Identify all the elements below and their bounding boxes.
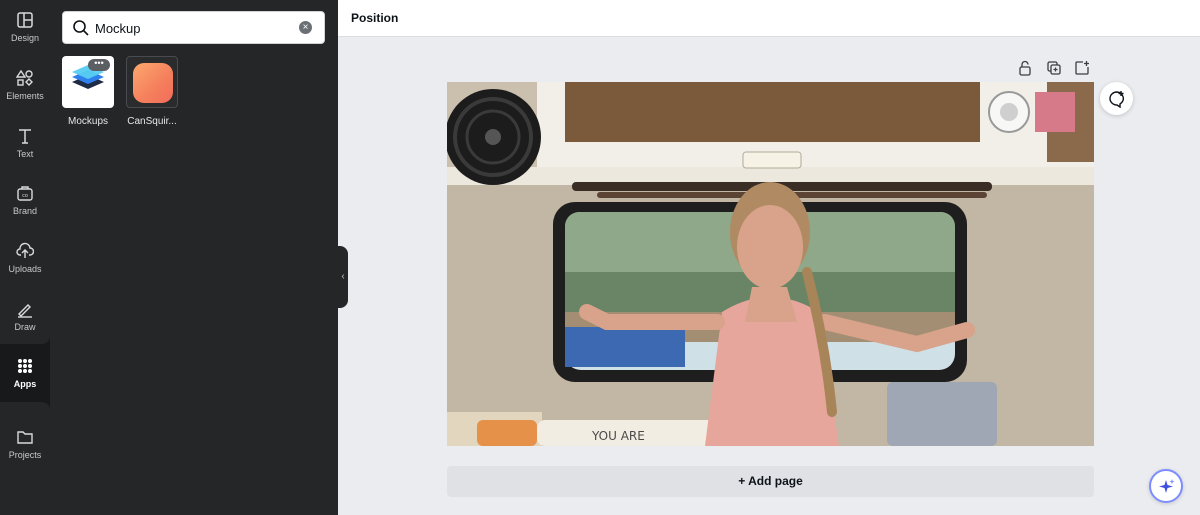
- apps-icon: [18, 359, 32, 373]
- app-name-cansquircle: CanSquir...: [127, 116, 177, 127]
- draw-icon: [18, 304, 32, 318]
- lock-icon[interactable]: [1017, 60, 1033, 76]
- sidebar-item-label: Design: [10, 33, 39, 43]
- magic-assistant-button[interactable]: [1149, 469, 1183, 503]
- left-rail: Design Elements Text co Brand Uploads Dr…: [0, 0, 50, 515]
- sidebar-item-label: Uploads: [8, 264, 42, 274]
- sidebar-item-brand[interactable]: co Brand: [0, 173, 50, 229]
- sidebar-item-text[interactable]: Text: [0, 116, 50, 172]
- text-icon: [19, 129, 31, 144]
- app-tile-mockups[interactable]: •••: [62, 56, 114, 108]
- sidebar-item-label: Elements: [6, 91, 44, 101]
- upload-icon: [16, 242, 34, 258]
- search-input[interactable]: [95, 18, 295, 38]
- apps-panel: × ••• Mockups CanSquir...: [50, 0, 338, 515]
- svg-text:YOU ARE: YOU ARE: [591, 429, 645, 443]
- more-options-icon[interactable]: •••: [88, 59, 110, 71]
- collapse-panel-handle[interactable]: ‹: [338, 246, 348, 308]
- clear-search-icon[interactable]: ×: [299, 21, 312, 34]
- sidebar-item-label: Projects: [8, 450, 42, 460]
- app-tile-cansquircle[interactable]: [126, 56, 178, 108]
- design-page[interactable]: YOU ARE: [447, 82, 1094, 446]
- design-icon: [17, 12, 33, 28]
- camper-photo: YOU ARE: [447, 82, 1094, 446]
- sidebar-item-projects[interactable]: Projects: [0, 417, 50, 473]
- add-comment-button[interactable]: [1100, 82, 1133, 115]
- sidebar-item-label: Text: [16, 149, 34, 159]
- svg-text:co: co: [22, 193, 28, 199]
- sparkle-icon: [1159, 479, 1175, 493]
- sidebar-item-apps[interactable]: Apps: [0, 346, 50, 402]
- sidebar-item-uploads[interactable]: Uploads: [0, 231, 50, 287]
- search-box: ×: [62, 11, 325, 44]
- position-button[interactable]: Position: [351, 11, 398, 25]
- add-comment-icon: [1109, 91, 1124, 108]
- sidebar-item-design[interactable]: Design: [0, 0, 50, 56]
- cansquircle-icon: [133, 63, 173, 103]
- add-page-icon[interactable]: [1074, 60, 1090, 76]
- search-icon: [73, 20, 89, 36]
- sidebar-item-label: Brand: [12, 206, 38, 216]
- sidebar-item-elements[interactable]: Elements: [0, 58, 50, 114]
- elements-icon: [16, 69, 33, 86]
- app-name-mockups: Mockups: [67, 116, 108, 127]
- editor-topbar: Position: [338, 0, 1200, 37]
- duplicate-icon[interactable]: [1046, 60, 1062, 76]
- sidebar-item-label: Apps: [13, 379, 37, 389]
- sidebar-item-draw[interactable]: Draw: [0, 289, 50, 345]
- folder-icon: [17, 431, 33, 444]
- brand-icon: co: [17, 186, 33, 201]
- sidebar-item-label: Draw: [14, 322, 36, 332]
- add-page-button[interactable]: + Add page: [447, 466, 1094, 497]
